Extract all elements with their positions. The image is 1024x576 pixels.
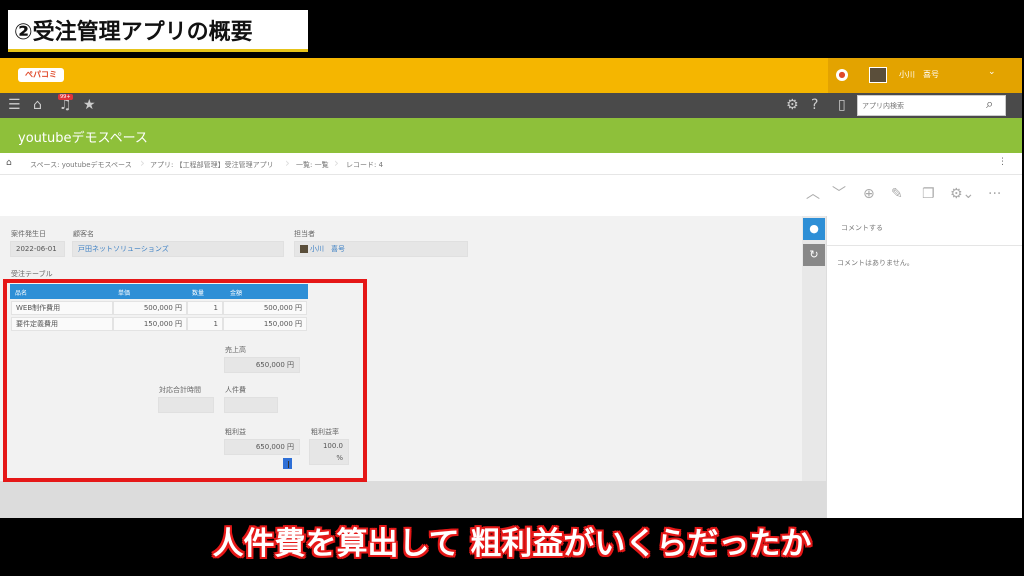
- breadcrumb-record: レコード: 4: [346, 161, 384, 169]
- more-horizontal-icon[interactable]: ···: [988, 186, 1001, 202]
- chevron-down-icon[interactable]: ﹀: [832, 186, 846, 202]
- comment-tab-icon[interactable]: ●: [803, 218, 825, 240]
- field-label-table: 受注テーブル: [11, 270, 53, 278]
- menu-icon[interactable]: ☰: [8, 96, 21, 114]
- app-logo[interactable]: ぺパコミ: [18, 68, 64, 82]
- settings-gear-icon[interactable]: ⚙⌄: [950, 186, 974, 202]
- field-owner[interactable]: 小川 喜号: [294, 241, 468, 257]
- ibeam-cursor-icon: I: [287, 460, 290, 471]
- comment-panel: コメントする コメントはありません。: [826, 216, 1022, 518]
- space-title[interactable]: youtubeデモスペース: [18, 127, 148, 146]
- field-label-customer: 顧客名: [73, 230, 94, 238]
- breadcrumb-separator: ›: [334, 156, 339, 170]
- edit-icon[interactable]: ✎: [891, 186, 903, 202]
- user-name[interactable]: 小川 喜号: [899, 69, 939, 80]
- owner-avatar: [300, 245, 308, 253]
- breadcrumb-app[interactable]: アプリ: 【工程部管理】受注管理アプリ: [150, 160, 274, 170]
- video-title: ②受注管理アプリの概要: [8, 10, 308, 52]
- gear-icon[interactable]: ⚙: [786, 96, 799, 114]
- video-subtitle: 人件費を算出して 粗利益がいくらだったか: [212, 526, 812, 562]
- space-banner: youtubeデモスペース: [0, 118, 1022, 153]
- breadcrumb-separator: ›: [285, 156, 290, 170]
- comment-post-label[interactable]: コメントする: [841, 223, 883, 233]
- star-icon[interactable]: ★: [83, 96, 96, 114]
- history-tab-icon[interactable]: ↻: [803, 244, 825, 266]
- more-vertical-icon[interactable]: ⋮: [998, 157, 1007, 167]
- home-icon[interactable]: ⌂: [33, 96, 42, 114]
- record-footer: [0, 481, 826, 518]
- breadcrumb-view[interactable]: 一覧: 一覧: [296, 160, 329, 170]
- app-search-box[interactable]: ⌕: [857, 95, 1006, 116]
- notification-dot-icon[interactable]: ●: [836, 69, 848, 81]
- field-date: 2022-06-01: [10, 241, 65, 257]
- highlight-frame: [3, 279, 367, 482]
- user-avatar[interactable]: [869, 67, 887, 83]
- breadcrumb-home-icon[interactable]: ⌂: [6, 158, 12, 168]
- breadcrumb-space[interactable]: スペース: youtubeデモスペース: [30, 160, 132, 170]
- field-label-date: 案件発生日: [11, 230, 46, 238]
- comment-input[interactable]: コメントする: [827, 216, 1022, 246]
- mobile-icon[interactable]: ▯: [838, 96, 846, 114]
- kintone-app-window: ぺパコミ ● 小川 喜号 ⌄ ☰ ⌂ ♫ 99+ ★ ⚙ ? ▯ ⌕ youtu…: [0, 58, 1022, 518]
- chevron-up-icon[interactable]: ︿: [806, 186, 820, 202]
- add-record-icon[interactable]: ⊕: [863, 186, 875, 202]
- field-customer[interactable]: 戸田ネットソリューションズ: [72, 241, 284, 257]
- notification-badge: 99+: [58, 94, 73, 100]
- help-icon[interactable]: ?: [811, 96, 818, 114]
- breadcrumb-separator: ›: [140, 156, 145, 170]
- chevron-down-icon[interactable]: ⌄: [988, 67, 996, 77]
- duplicate-icon[interactable]: ❐: [922, 186, 935, 202]
- field-label-owner: 担当者: [294, 230, 315, 238]
- breadcrumb: ⌂ スペース: youtubeデモスペース › アプリ: 【工程部管理】受注管理…: [0, 153, 1022, 175]
- no-comments-text: コメントはありません。: [837, 259, 914, 267]
- search-icon[interactable]: ⌕: [986, 97, 993, 112]
- owner-name[interactable]: 小川 喜号: [310, 245, 345, 253]
- search-input[interactable]: [862, 96, 980, 115]
